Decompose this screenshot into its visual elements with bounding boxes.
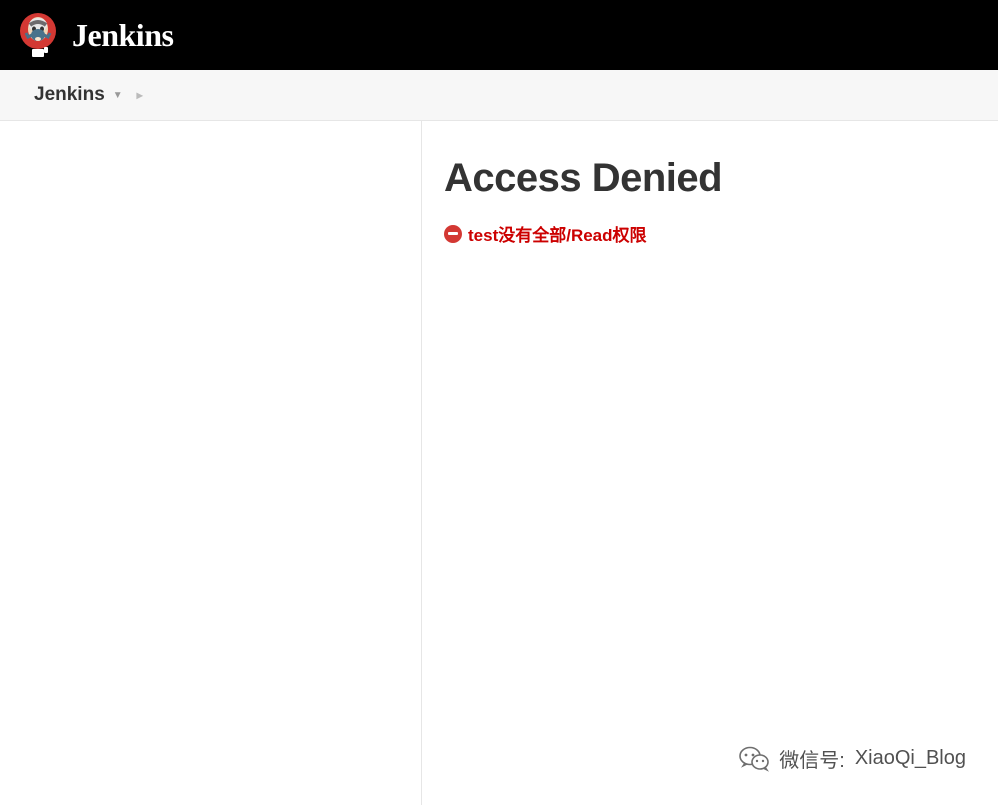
- error-message: test没有全部/Read权限: [444, 221, 976, 246]
- content: Access Denied test没有全部/Read权限: [422, 121, 998, 805]
- sidebar: [0, 121, 422, 805]
- error-text: test没有全部/Read权限: [468, 221, 647, 246]
- watermark: 微信号: XiaoQi_Blog: [739, 744, 966, 773]
- brand-name: Jenkins: [72, 17, 173, 54]
- jenkins-logo-icon: [18, 11, 58, 59]
- error-icon: [444, 225, 462, 243]
- main-container: Access Denied test没有全部/Read权限: [0, 121, 998, 805]
- header: Jenkins: [0, 0, 998, 70]
- breadcrumb-separator-icon: ▸: [137, 88, 143, 102]
- watermark-value: XiaoQi_Blog: [855, 747, 966, 770]
- watermark-label: 微信号:: [779, 744, 845, 773]
- wechat-icon: [739, 746, 769, 772]
- breadcrumb-label: Jenkins: [34, 84, 105, 106]
- breadcrumb-bar: Jenkins ▼ ▸: [0, 70, 998, 121]
- logo-container[interactable]: Jenkins: [18, 11, 173, 59]
- chevron-down-icon[interactable]: ▼: [113, 90, 123, 101]
- page-title: Access Denied: [444, 156, 976, 201]
- breadcrumb-item-jenkins[interactable]: Jenkins ▼ ▸: [34, 84, 143, 106]
